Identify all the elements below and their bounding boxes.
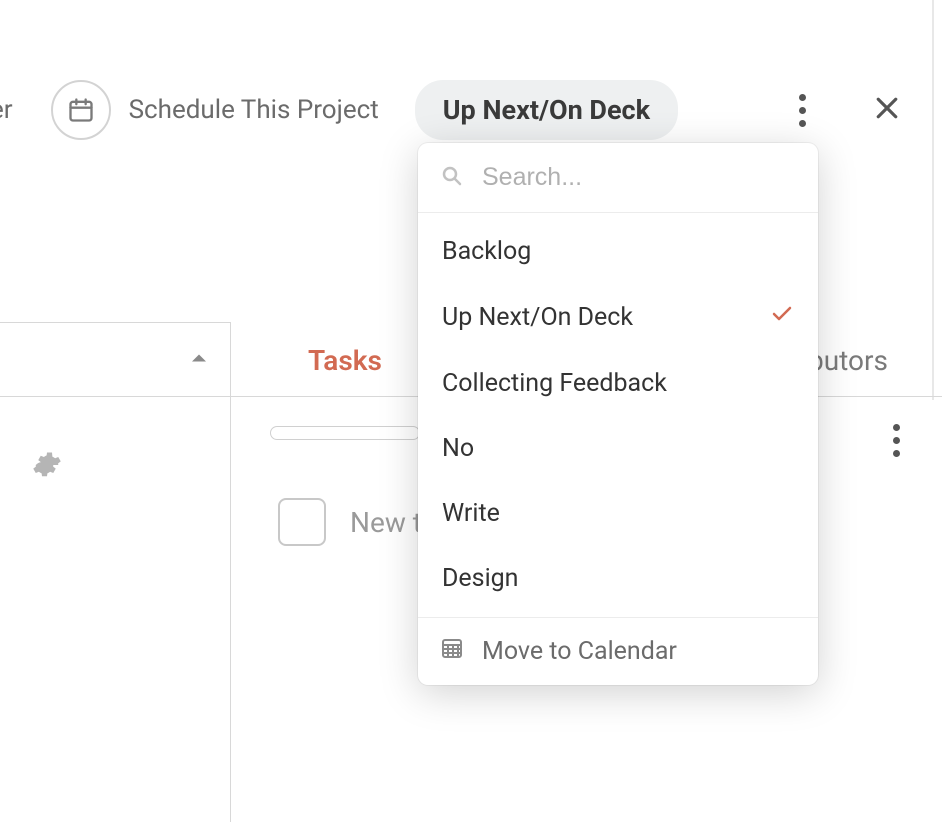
dropdown-search-row [418, 143, 818, 213]
close-button[interactable] [872, 93, 902, 127]
collapse-toggle[interactable] [185, 344, 213, 376]
dropdown-item-label: Design [442, 564, 519, 593]
tab-contributors[interactable]: butors [808, 344, 888, 377]
dropdown-item-label: No [442, 434, 474, 463]
top-toolbar: er Schedule This Project Up Next/On Deck [0, 70, 942, 150]
check-icon [770, 302, 794, 333]
search-input[interactable] [482, 163, 804, 192]
dropdown-item-no[interactable]: No [418, 416, 818, 481]
dropdown-item-write[interactable]: Write [418, 481, 818, 546]
dropdown-item-up-next[interactable]: Up Next/On Deck [418, 284, 818, 351]
calendar-grid-icon [440, 636, 464, 667]
dropdown-item-label: Backlog [442, 237, 531, 266]
divider [0, 322, 230, 323]
schedule-project-label: Schedule This Project [129, 95, 379, 125]
move-to-calendar-button[interactable]: Move to Calendar [418, 617, 818, 685]
dropdown-item-collecting-feedback[interactable]: Collecting Feedback [418, 351, 818, 416]
dropdown-item-backlog[interactable]: Backlog [418, 219, 818, 284]
move-to-calendar-label: Move to Calendar [482, 637, 677, 666]
more-menu-button[interactable] [793, 88, 812, 133]
scrollbar[interactable] [932, 0, 934, 400]
new-task-row[interactable]: New t [278, 498, 422, 546]
dropdown-item-label: Write [442, 499, 500, 528]
tab-tasks[interactable]: Tasks [308, 344, 382, 377]
status-dropdown: Backlog Up Next/On Deck Collecting Feedb… [418, 143, 818, 685]
schedule-project-button[interactable]: Schedule This Project [51, 80, 379, 140]
status-dropdown-trigger[interactable]: Up Next/On Deck [415, 80, 678, 140]
dropdown-list: Backlog Up Next/On Deck Collecting Feedb… [418, 213, 818, 617]
divider [230, 322, 231, 822]
gear-icon[interactable] [32, 450, 62, 484]
dropdown-item-label: Up Next/On Deck [442, 303, 633, 332]
calendar-icon [51, 80, 111, 140]
progress-bar [270, 426, 420, 440]
dropdown-item-label: Collecting Feedback [442, 369, 667, 398]
toolbar-right [793, 88, 942, 133]
row-more-button[interactable] [887, 418, 906, 463]
new-task-placeholder: New t [350, 506, 422, 539]
divider [0, 396, 230, 397]
search-icon [440, 164, 464, 192]
prev-item-partial: er [0, 95, 13, 125]
task-checkbox[interactable] [278, 498, 326, 546]
dropdown-item-design[interactable]: Design [418, 546, 818, 611]
